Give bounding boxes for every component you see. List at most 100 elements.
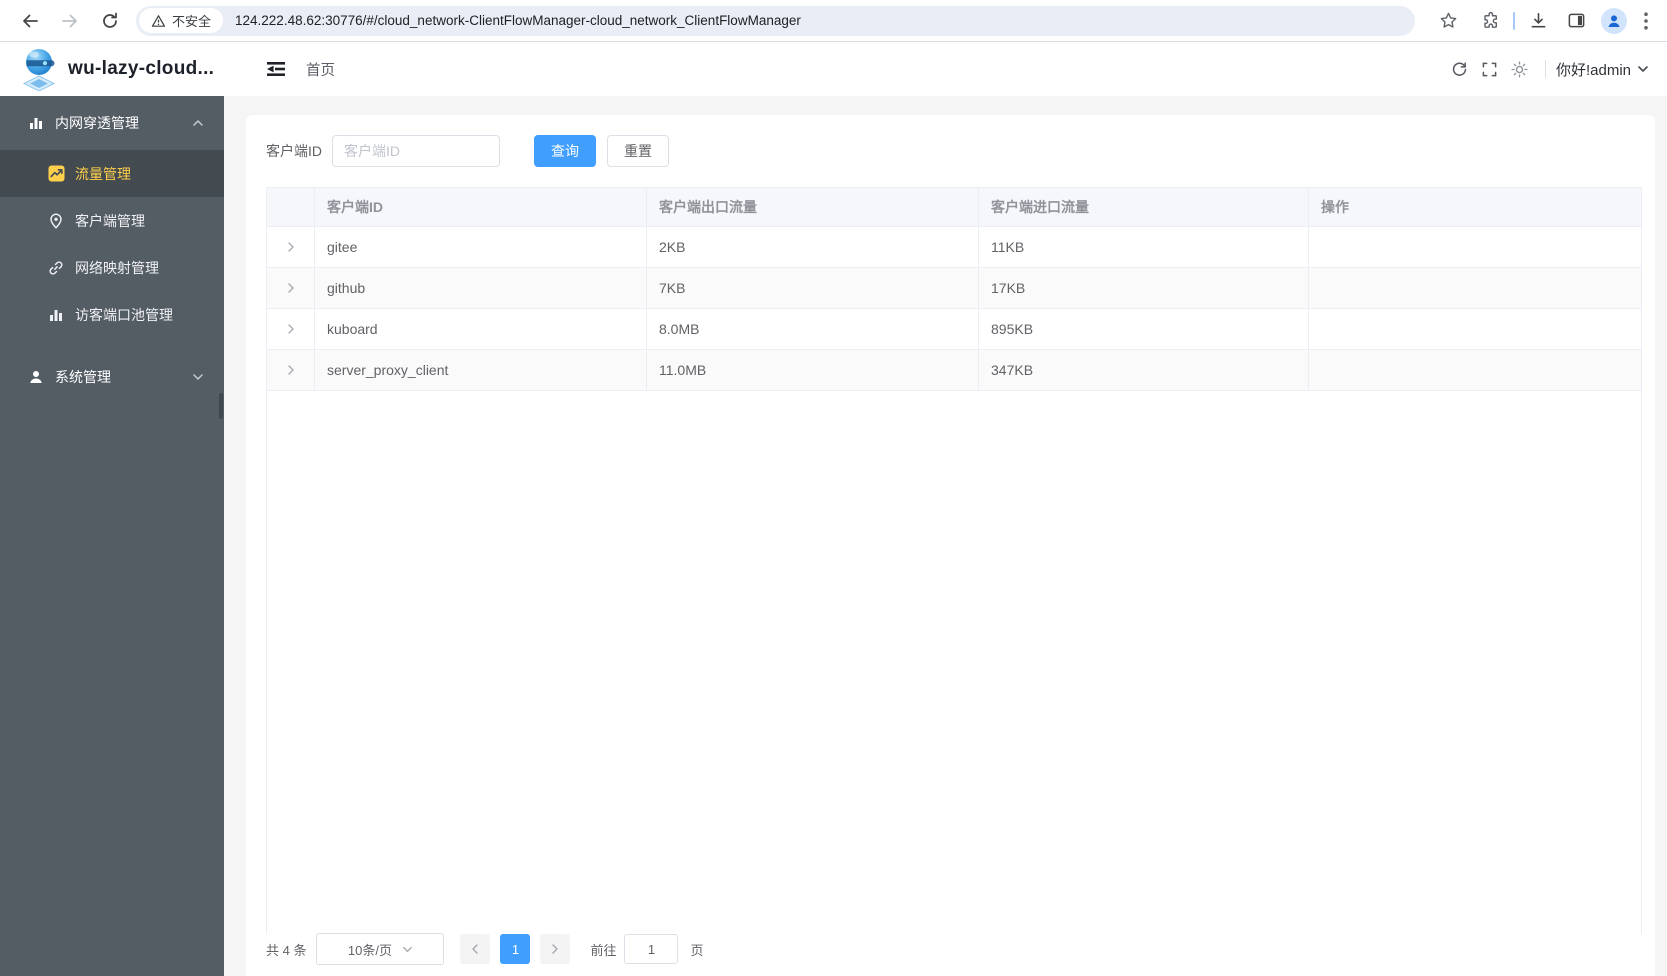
cell-inbound: 17KB <box>979 268 1309 308</box>
query-button[interactable]: 查询 <box>534 135 596 167</box>
sidebar-item-mapping[interactable]: 网络映射管理 <box>0 244 224 291</box>
app-title: wu-lazy-cloud... <box>68 58 215 79</box>
app-logo <box>18 47 60 92</box>
back-icon[interactable] <box>20 11 40 31</box>
warning-icon <box>151 14 166 27</box>
download-icon[interactable] <box>1521 4 1555 38</box>
histogram-icon <box>47 306 65 324</box>
next-page-button[interactable] <box>540 934 571 964</box>
cell-outbound: 2KB <box>647 227 979 267</box>
expand-row-icon[interactable] <box>281 360 301 380</box>
user-dropdown[interactable]: 你好!admin <box>1556 59 1649 80</box>
cell-actions <box>1309 227 1641 267</box>
cell-actions <box>1309 350 1641 390</box>
sidebar-item-label: 流量管理 <box>75 165 131 182</box>
table-row: kuboard 8.0MB 895KB <box>267 309 1641 350</box>
table-row: gitee 2KB 11KB <box>267 227 1641 268</box>
security-label: 不安全 <box>172 14 212 29</box>
chevron-down-icon <box>1638 66 1648 72</box>
sidebar-item-label: 客户端管理 <box>75 212 145 229</box>
sidebar-item-clients[interactable]: 客户端管理 <box>0 197 224 244</box>
fold-icon[interactable] <box>262 55 290 83</box>
cell-outbound: 8.0MB <box>647 309 979 349</box>
sidebar-item-label: 网络映射管理 <box>75 259 159 276</box>
chevron-down-icon <box>193 374 203 380</box>
extensions-icon[interactable] <box>1473 4 1507 38</box>
security-chip[interactable]: 不安全 <box>139 8 224 33</box>
cell-client-id: github <box>315 268 647 308</box>
reload-icon[interactable] <box>100 11 120 31</box>
side-panel-icon[interactable] <box>1559 4 1593 38</box>
browser-nav-cluster <box>0 11 136 31</box>
chevron-left-icon <box>472 944 479 954</box>
forward-icon[interactable] <box>60 11 80 31</box>
expand-row-icon[interactable] <box>281 319 301 339</box>
column-header-client-id: 客户端ID <box>315 188 647 226</box>
screen: 不安全 124.222.48.62:30776/#/cloud_network-… <box>0 0 1667 976</box>
profile-icon[interactable] <box>1601 7 1627 34</box>
sidebar-scrollbar-thumb[interactable] <box>219 393 223 419</box>
column-header-inbound: 客户端进口流量 <box>979 188 1309 226</box>
cell-client-id: kuboard <box>315 309 647 349</box>
reset-button[interactable]: 重置 <box>607 135 669 167</box>
star-icon[interactable] <box>1431 4 1465 38</box>
url-text: 124.222.48.62:30776/#/cloud_network-Clie… <box>235 13 801 28</box>
browser-toolbar: 不安全 124.222.48.62:30776/#/cloud_network-… <box>0 0 1667 42</box>
chevron-right-icon <box>552 944 559 954</box>
sidebar-group-tunnel[interactable]: 内网穿透管理 <box>0 96 224 150</box>
greeting-text: 你好!admin <box>1555 61 1631 79</box>
traffic-table: 客户端ID 客户端出口流量 客户端进口流量 操作 gitee 2KB 11KB … <box>266 187 1642 934</box>
histogram-icon <box>27 114 45 132</box>
expand-row-icon[interactable] <box>281 237 301 257</box>
trend-icon <box>47 165 65 183</box>
pin-icon <box>47 212 65 230</box>
expand-column-header <box>267 188 315 226</box>
cell-actions <box>1309 268 1641 308</box>
refresh-icon[interactable] <box>1445 54 1475 84</box>
table-row: github 7KB 17KB <box>267 268 1641 309</box>
content-card: 客户端ID 查询 重置 客户端ID 客户端出口流量 客户端进口流量 操作 git… <box>246 115 1655 976</box>
table-header-row: 客户端ID 客户端出口流量 客户端进口流量 操作 <box>267 188 1641 227</box>
cell-client-id: gitee <box>315 227 647 267</box>
page-number-button[interactable]: 1 <box>500 934 531 964</box>
column-header-outbound: 客户端出口流量 <box>647 188 979 226</box>
filter-form: 客户端ID 查询 重置 <box>266 135 669 167</box>
expand-row-icon[interactable] <box>281 278 301 298</box>
main-area: 客户端ID 查询 重置 客户端ID 客户端出口流量 客户端进口流量 操作 git… <box>224 96 1667 976</box>
cell-inbound: 11KB <box>979 227 1309 267</box>
sidebar: 内网穿透管理 流量管理 客户端管理 网络映射管理 访客端口池管理 系统管理 <box>0 96 224 976</box>
goto-page-input[interactable] <box>624 934 679 964</box>
filter-label: 客户端ID <box>266 143 322 159</box>
fullscreen-icon[interactable] <box>1475 54 1505 84</box>
cell-actions <box>1309 309 1641 349</box>
client-id-input[interactable] <box>332 135 500 167</box>
header-actions: 你好!admin <box>1445 54 1667 84</box>
cell-client-id: server_proxy_client <box>315 350 647 390</box>
prev-page-button[interactable] <box>460 934 491 964</box>
kebab-menu-icon[interactable] <box>1635 4 1657 38</box>
column-header-actions: 操作 <box>1321 199 1349 215</box>
user-icon <box>27 368 45 386</box>
page-unit-label: 页 <box>690 942 704 958</box>
theme-icon[interactable] <box>1505 54 1535 84</box>
link-icon <box>47 259 65 277</box>
breadcrumb[interactable]: 首页 <box>306 59 335 80</box>
toolbar-divider <box>1513 11 1515 30</box>
pagination-total: 共 4 条 <box>266 942 307 958</box>
sidebar-item-port-pool[interactable]: 访客端口池管理 <box>0 291 224 338</box>
sidebar-group-label: 内网穿透管理 <box>55 115 139 131</box>
page-size-value: 10条/页 <box>347 942 392 958</box>
header-divider <box>1544 60 1546 78</box>
pagination: 共 4 条 10条/页 1 前往 页 <box>266 932 704 966</box>
cell-inbound: 895KB <box>979 309 1309 349</box>
app-header: wu-lazy-cloud... 首页 你好!admin <box>0 42 1667 96</box>
chevron-down-icon <box>403 946 412 952</box>
address-bar[interactable]: 不安全 124.222.48.62:30776/#/cloud_network-… <box>136 5 1415 36</box>
sidebar-group-system[interactable]: 系统管理 <box>0 350 224 404</box>
sidebar-item-traffic[interactable]: 流量管理 <box>0 150 224 197</box>
sidebar-group-label: 系统管理 <box>55 369 111 385</box>
browser-action-icons <box>1431 4 1667 38</box>
page-size-select[interactable]: 10条/页 <box>316 933 445 965</box>
chevron-up-icon <box>193 120 203 126</box>
goto-label: 前往 <box>590 942 617 958</box>
